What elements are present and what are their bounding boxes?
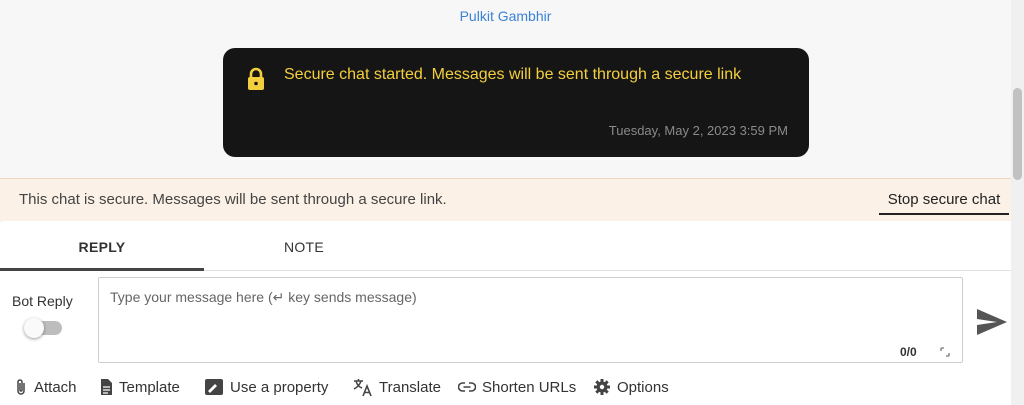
message-placeholder: Type your message here (↵ key sends mess… <box>110 289 417 305</box>
options-button[interactable]: Options <box>593 375 669 399</box>
scrollbar-thumb[interactable] <box>1013 88 1022 180</box>
translate-icon <box>353 379 372 397</box>
toggle-knob[interactable] <box>24 318 44 338</box>
attach-label: Attach <box>34 378 77 396</box>
document-icon <box>101 379 112 395</box>
options-label: Options <box>617 378 669 396</box>
secure-banner-text: This chat is secure. Messages will be se… <box>19 191 447 208</box>
use-property-button[interactable]: Use a property <box>204 375 328 399</box>
sender-name[interactable]: Pulkit Gambhir <box>0 8 1011 24</box>
use-property-label: Use a property <box>230 378 329 396</box>
template-button[interactable]: Template <box>99 375 180 399</box>
translate-button[interactable]: Translate <box>353 375 441 399</box>
template-label: Template <box>119 378 180 396</box>
conversation-area: Pulkit Gambhir Secure chat started. Mess… <box>0 0 1011 178</box>
paperclip-icon <box>17 379 25 395</box>
send-icon[interactable] <box>975 307 1009 337</box>
stop-secure-chat-button[interactable]: Stop secure chat <box>879 189 1009 215</box>
shorten-urls-label: Shorten URLs <box>482 378 577 396</box>
shorten-urls-button[interactable]: Shorten URLs <box>458 375 576 399</box>
composer-tabs: REPLY NOTE <box>0 221 1011 271</box>
secure-chat-banner: This chat is secure. Messages will be se… <box>0 178 1011 221</box>
resize-handle-icon[interactable] <box>940 347 950 357</box>
tab-note[interactable]: NOTE <box>204 221 404 271</box>
message-input[interactable]: Type your message here (↵ key sends mess… <box>98 277 963 363</box>
link-icon <box>458 382 476 392</box>
character-count: 0/0 <box>900 345 917 359</box>
property-icon <box>205 379 223 395</box>
gear-icon <box>594 379 610 395</box>
secure-message-text: Secure chat started. Messages will be se… <box>284 66 742 83</box>
lock-icon <box>248 67 264 90</box>
composer-toolbar: Attach Template Use a property Translate <box>0 373 1011 401</box>
secure-chat-message: Secure chat started. Messages will be se… <box>223 48 809 157</box>
message-timestamp: Tuesday, May 2, 2023 3:59 PM <box>608 123 788 138</box>
reply-composer: REPLY NOTE Bot Reply Type your message h… <box>0 221 1011 405</box>
tab-reply[interactable]: REPLY <box>0 221 204 271</box>
attach-button[interactable]: Attach <box>14 375 77 399</box>
bot-reply-label: Bot Reply <box>12 293 73 309</box>
translate-label: Translate <box>379 378 441 396</box>
bot-reply-toggle[interactable] <box>24 318 62 338</box>
vertical-scrollbar[interactable] <box>1011 0 1024 405</box>
